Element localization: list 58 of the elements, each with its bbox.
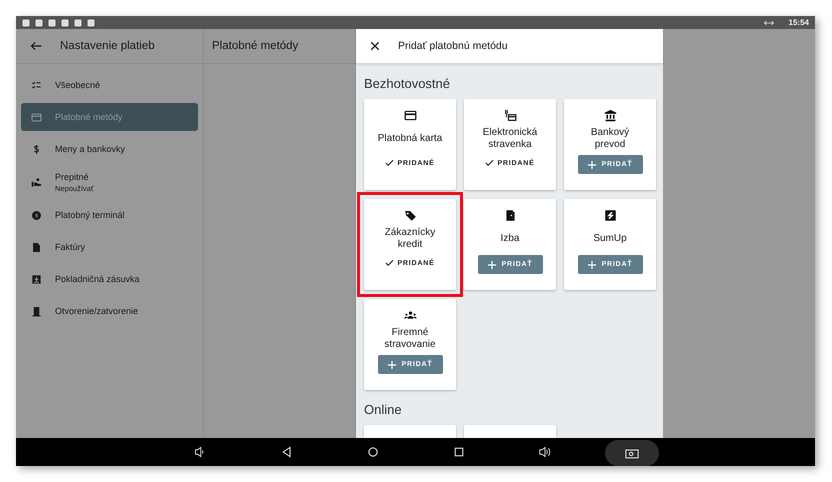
back-icon[interactable]: [281, 446, 293, 458]
checkmark-icon: [485, 159, 494, 167]
item-label: Otvorenie/zatvorenie: [55, 306, 138, 316]
method-name: SumUp: [593, 232, 627, 246]
volume-down-icon[interactable]: [194, 446, 206, 458]
item-icon: [31, 112, 42, 122]
item-label: Všeobecné: [55, 80, 100, 90]
method-icon: [504, 209, 516, 222]
section-title: Online: [364, 402, 403, 417]
method-name: Platobná karta: [378, 132, 442, 146]
item-icon: [31, 242, 42, 252]
home-icon[interactable]: [367, 446, 379, 458]
sidebar-item[interactable]: Pokladničná zásuvka: [21, 265, 198, 293]
method-icon: [604, 209, 616, 222]
plus-icon: [388, 360, 396, 368]
clock: 15:54: [788, 18, 809, 27]
method-name: Firemné stravovanie: [383, 327, 437, 351]
item-label: Pokladničná zásuvka: [55, 274, 140, 284]
method-name: Bankový prevod: [590, 127, 630, 151]
sidebar-item[interactable]: Faktúry: [21, 233, 198, 261]
panel-title: Platobné metódy: [212, 40, 298, 52]
sidebar-item[interactable]: Meny a bankovky: [21, 135, 198, 163]
item-icon: [31, 306, 42, 316]
method-icon: [404, 209, 416, 222]
method-name: Izba: [500, 232, 520, 246]
sidebar-item[interactable]: Všeobecné: [21, 71, 198, 99]
camera-icon: [625, 448, 639, 458]
item-label: Meny a bankovky: [55, 144, 126, 154]
item-icon: [31, 80, 42, 90]
item-icon: [31, 210, 42, 220]
panel-title: Nastavenie platieb: [60, 40, 155, 52]
screenshot-button[interactable]: [605, 440, 659, 466]
method-icon: [404, 309, 416, 322]
item-label: Platobný terminál: [55, 210, 125, 220]
method-icon: [504, 109, 516, 122]
arrows-icon: [764, 18, 774, 26]
plus-icon: [588, 160, 596, 168]
item-label: Platobné metódy: [55, 112, 123, 122]
checkmark-icon: [385, 259, 394, 267]
method-name: Zákaznícky kredit: [384, 227, 436, 251]
item-icon: [31, 274, 42, 284]
item-label: Faktúry: [55, 242, 86, 252]
plus-icon: [488, 260, 496, 268]
method-icon: [404, 109, 416, 122]
recents-icon[interactable]: [453, 446, 465, 458]
checkmark-icon: [385, 159, 394, 167]
plus-icon: [588, 260, 596, 268]
back-icon[interactable]: [30, 40, 42, 52]
sidebar-item[interactable]: Otvorenie/zatvorenie: [21, 297, 198, 325]
sidebar-item[interactable]: Platobný terminál: [21, 201, 198, 229]
volume-up-icon[interactable]: [539, 446, 551, 458]
close-icon[interactable]: [370, 41, 380, 51]
method-name: Elektronická stravenka: [482, 127, 538, 151]
section-title: Bezhotovostné: [364, 76, 452, 91]
item-label: Prepitné: [55, 172, 90, 182]
item-icon: [31, 176, 42, 188]
method-icon: [604, 109, 616, 122]
dialog-title: Pridať platobnú metódu: [398, 40, 508, 52]
